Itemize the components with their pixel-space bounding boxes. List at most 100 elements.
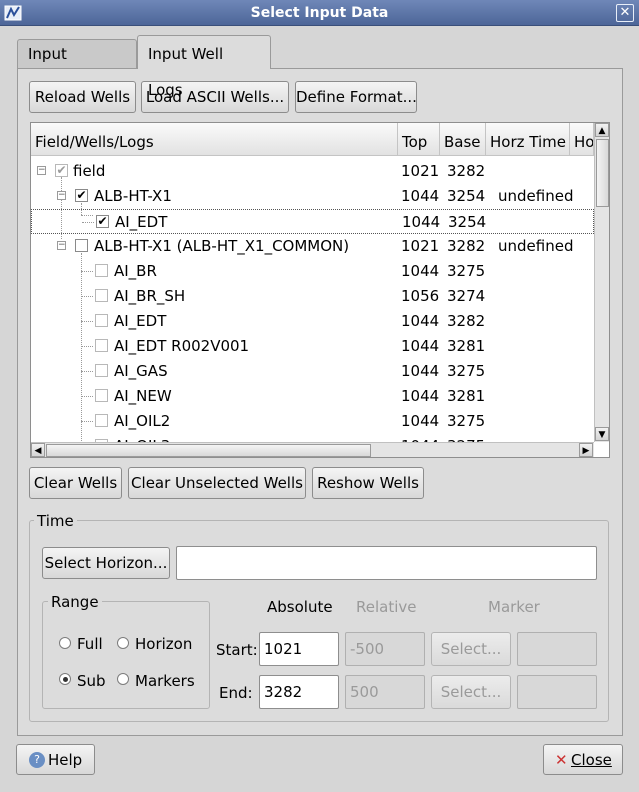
vertical-scroll-thumb[interactable] bbox=[596, 139, 609, 207]
row-top: 1044 bbox=[401, 412, 440, 430]
tree-row[interactable]: AI_OIL2 1044 3275 bbox=[31, 409, 594, 434]
row-base: 3281 bbox=[447, 337, 486, 355]
vertical-scrollbar[interactable]: ▲ ▼ bbox=[594, 123, 609, 442]
collapse-icon[interactable]: − bbox=[57, 241, 66, 250]
row-base: 3282 bbox=[447, 237, 486, 255]
close-button[interactable]: ✕ Close bbox=[543, 744, 623, 775]
scroll-right-icon[interactable]: ▶ bbox=[579, 443, 593, 457]
reshow-wells-button[interactable]: Reshow Wells bbox=[312, 467, 424, 499]
tree-row[interactable]: − ✔ ALB-HT-X1 1044 3254 undefined bbox=[31, 184, 594, 209]
row-checkbox[interactable] bbox=[95, 339, 108, 352]
end-absolute-field[interactable]: 3282 bbox=[259, 675, 339, 709]
row-label: AI_NEW bbox=[114, 387, 172, 405]
row-checkbox[interactable] bbox=[75, 239, 88, 252]
row-checkbox[interactable] bbox=[95, 389, 108, 402]
tree-row[interactable]: AI_BR 1044 3275 bbox=[31, 259, 594, 284]
collapse-icon[interactable]: − bbox=[57, 191, 66, 200]
scroll-down-icon[interactable]: ▼ bbox=[595, 427, 609, 441]
column-header-field-wells-logs[interactable]: Field/Wells/Logs bbox=[31, 123, 398, 156]
row-label: field bbox=[73, 162, 106, 180]
tree-row[interactable]: AI_GAS 1044 3275 bbox=[31, 359, 594, 384]
range-sub-label[interactable]: Sub bbox=[77, 672, 106, 690]
row-checkbox[interactable] bbox=[95, 314, 108, 327]
row-checkbox[interactable]: ✔ bbox=[96, 215, 109, 228]
select-horizon-button[interactable]: Select Horizon... bbox=[42, 547, 170, 579]
row-label: AI_EDT R002V001 bbox=[114, 337, 250, 355]
row-checkbox[interactable] bbox=[95, 414, 108, 427]
row-label: AI_OIL2 bbox=[114, 412, 171, 430]
tree-row[interactable]: AI_BR_SH 1056 3274 bbox=[31, 284, 594, 309]
tree-row[interactable]: AI_NEW 1044 3281 bbox=[31, 384, 594, 409]
row-top: 1021 bbox=[401, 237, 440, 255]
start-relative-field[interactable]: -500 bbox=[345, 632, 425, 666]
tree-guide-line bbox=[81, 346, 93, 347]
row-horz-time: undefined bbox=[498, 237, 574, 255]
end-label: End: bbox=[219, 684, 253, 702]
range-group bbox=[42, 601, 210, 709]
help-button[interactable]: ? Help bbox=[16, 744, 95, 775]
range-horizon-label[interactable]: Horizon bbox=[135, 635, 192, 653]
range-markers-radio[interactable] bbox=[117, 673, 129, 685]
tree-guide-line bbox=[81, 296, 93, 297]
row-top: 1044 bbox=[401, 312, 440, 330]
row-checkbox[interactable]: ✔ bbox=[55, 164, 68, 177]
column-header-top[interactable]: Top bbox=[398, 123, 440, 156]
horizon-field[interactable] bbox=[176, 546, 597, 580]
clear-wells-button[interactable]: Clear Wells bbox=[29, 467, 122, 499]
row-base: 3275 bbox=[447, 262, 486, 280]
column-header-base[interactable]: Base bbox=[440, 123, 486, 156]
tab-input-seismic[interactable]: Input Seismic bbox=[17, 39, 137, 91]
row-label: AI_EDT bbox=[115, 213, 168, 231]
start-marker-select-button[interactable]: Select... bbox=[431, 632, 511, 666]
reload-wells-button[interactable]: Reload Wells bbox=[29, 81, 136, 113]
close-label: Close bbox=[571, 751, 612, 769]
clear-unselected-wells-button[interactable]: Clear Unselected Wells bbox=[128, 467, 306, 499]
end-relative-field[interactable]: 500 bbox=[345, 675, 425, 709]
tree-guide-line bbox=[81, 321, 93, 322]
end-marker-field[interactable] bbox=[517, 675, 597, 709]
range-markers-label[interactable]: Markers bbox=[135, 672, 195, 690]
scroll-left-icon[interactable]: ◀ bbox=[31, 443, 45, 457]
row-checkbox[interactable] bbox=[95, 289, 108, 302]
row-label: AI_BR_SH bbox=[114, 287, 186, 305]
row-base: 3254 bbox=[447, 187, 486, 205]
horizontal-scrollbar[interactable]: ◀ ▶ bbox=[31, 442, 594, 457]
row-top: 1044 bbox=[401, 362, 440, 380]
row-checkbox[interactable]: ✔ bbox=[75, 189, 88, 202]
range-sub-radio[interactable] bbox=[59, 673, 71, 685]
column-header-horz-time[interactable]: Horz Time bbox=[486, 123, 570, 156]
collapse-icon[interactable]: − bbox=[37, 166, 46, 175]
well-log-tree[interactable]: Field/Wells/Logs Top Base Horz Time Ho −… bbox=[30, 122, 610, 458]
row-label: ALB-HT-X1 (ALB-HT_X1_COMMON) bbox=[94, 237, 350, 255]
row-base: 3275 bbox=[447, 412, 486, 430]
range-full-label[interactable]: Full bbox=[77, 635, 103, 653]
define-format-button[interactable]: Define Format... bbox=[295, 81, 417, 113]
range-full-radio[interactable] bbox=[59, 637, 71, 649]
row-checkbox[interactable] bbox=[95, 264, 108, 277]
help-label: Help bbox=[48, 751, 83, 769]
row-base: 3254 bbox=[448, 213, 487, 231]
column-header-ho[interactable]: Ho bbox=[570, 123, 594, 156]
start-marker-field[interactable] bbox=[517, 632, 597, 666]
tree-row[interactable]: AI_EDT 1044 3282 bbox=[31, 309, 594, 334]
row-checkbox[interactable] bbox=[95, 364, 108, 377]
row-base: 3281 bbox=[447, 387, 486, 405]
relative-heading: Relative bbox=[356, 598, 417, 616]
row-label: AI_GAS bbox=[114, 362, 168, 380]
row-label: ALB-HT-X1 bbox=[94, 187, 172, 205]
tab-input-well-logs[interactable]: Input Well Logs bbox=[137, 35, 271, 99]
tree-guide-line bbox=[81, 371, 93, 372]
tree-row[interactable]: ✔ AI_EDT 1044 3254 bbox=[31, 209, 594, 234]
start-absolute-field[interactable]: 1021 bbox=[259, 632, 339, 666]
row-base: 3275 bbox=[447, 362, 486, 380]
scroll-up-icon[interactable]: ▲ bbox=[595, 123, 609, 137]
close-icon[interactable]: ✕ bbox=[616, 4, 634, 22]
horizontal-scroll-thumb[interactable] bbox=[46, 444, 371, 457]
end-marker-select-button[interactable]: Select... bbox=[431, 675, 511, 709]
tree-row[interactable]: AI_EDT R002V001 1044 3281 bbox=[31, 334, 594, 359]
row-top: 1056 bbox=[401, 287, 440, 305]
range-horizon-radio[interactable] bbox=[117, 637, 129, 649]
row-horz-time: undefined bbox=[498, 187, 574, 205]
tree-row[interactable]: − ✔ field 1021 3282 bbox=[31, 159, 594, 184]
tree-row[interactable]: − ALB-HT-X1 (ALB-HT_X1_COMMON) 1021 3282 und… bbox=[31, 234, 594, 259]
